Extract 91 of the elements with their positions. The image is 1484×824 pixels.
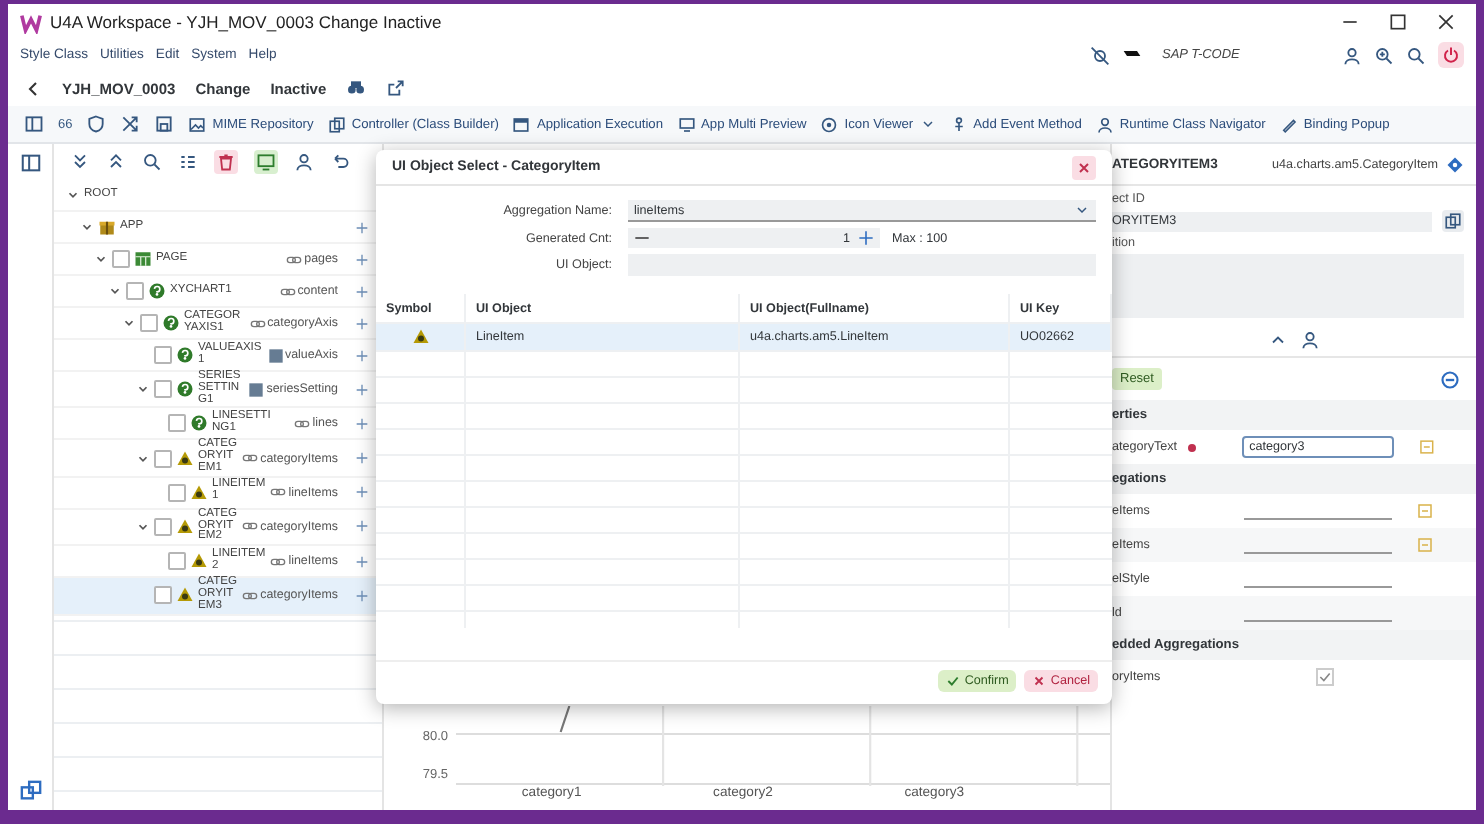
checkbox[interactable] [154, 380, 172, 399]
add-icon[interactable] [354, 347, 370, 363]
save-icon[interactable] [154, 114, 175, 134]
copy-icon [1444, 212, 1462, 230]
back-icon[interactable] [24, 79, 42, 97]
power-button[interactable] [1438, 42, 1464, 68]
help-circle-icon [176, 380, 194, 399]
shapes-icon [176, 517, 194, 536]
caret-icon[interactable] [136, 382, 150, 397]
caret-icon[interactable] [136, 519, 150, 534]
checkbox[interactable] [154, 586, 172, 605]
caret-icon [919, 116, 936, 132]
add-icon[interactable] [354, 415, 370, 432]
checkbox[interactable] [168, 552, 186, 571]
close-button[interactable] [1072, 155, 1096, 179]
window-icon [512, 115, 531, 133]
add-icon[interactable] [354, 553, 370, 570]
delete-button[interactable] [214, 150, 238, 174]
expand-all-icon[interactable] [70, 152, 90, 172]
help-circle-icon [190, 414, 208, 433]
checkbox[interactable] [168, 414, 186, 433]
shuffle-icon[interactable] [120, 114, 141, 134]
caret-icon[interactable] [94, 252, 108, 266]
check-icon [1318, 670, 1332, 684]
caret-icon[interactable] [66, 188, 80, 202]
binoculars-icon[interactable] [346, 78, 367, 98]
app-logo-icon [20, 11, 42, 33]
caret-icon[interactable] [80, 220, 94, 234]
checkbox[interactable] [126, 282, 144, 300]
image-icon [188, 115, 207, 133]
copy-icon [327, 115, 346, 133]
caret-icon[interactable] [136, 451, 150, 466]
check-icon [946, 674, 961, 688]
help-circle-icon [148, 282, 166, 300]
search-icon[interactable] [1406, 45, 1426, 65]
add-icon[interactable] [354, 283, 370, 299]
pointer-icon [949, 115, 968, 133]
external-link-icon[interactable] [386, 78, 407, 98]
undo-icon[interactable] [330, 152, 350, 172]
search-icon[interactable] [142, 152, 162, 172]
add-icon[interactable] [354, 450, 370, 467]
screen-icon [256, 152, 276, 172]
add-icon[interactable] [354, 315, 370, 331]
screen-button[interactable] [254, 150, 278, 174]
add-icon[interactable] [354, 518, 370, 535]
maximize-icon[interactable] [1388, 12, 1408, 32]
add-icon[interactable] [354, 219, 370, 235]
add-icon[interactable] [354, 381, 370, 398]
people-icon[interactable] [294, 152, 314, 172]
list-icon[interactable] [178, 152, 198, 172]
layout-icon[interactable] [19, 152, 41, 174]
collapse-all-icon[interactable] [106, 152, 126, 172]
close-icon [1032, 674, 1047, 688]
window-title: U4A Workspace - YJH_MOV_0003 Change Inactive [50, 12, 442, 32]
shapes-icon [411, 327, 429, 346]
shapes-icon [190, 483, 208, 502]
copy-button[interactable] [1442, 210, 1464, 232]
shield-icon[interactable] [86, 114, 107, 134]
close-icon[interactable] [1436, 12, 1456, 32]
checkbox[interactable] [112, 250, 130, 268]
diamond-icon[interactable] [1446, 155, 1464, 173]
caret-icon [1074, 202, 1090, 218]
layout-icon[interactable] [24, 114, 44, 134]
checkbox[interactable] [154, 346, 172, 364]
checkbox[interactable] [1316, 668, 1334, 686]
help-circle-icon [162, 314, 180, 332]
plus-icon[interactable] [858, 230, 874, 246]
windows-icon[interactable] [19, 780, 41, 802]
checkbox[interactable] [168, 483, 186, 502]
shapes-icon [176, 449, 194, 468]
add-icon[interactable] [354, 484, 370, 501]
add-icon[interactable] [354, 251, 370, 267]
delete-icon [216, 152, 236, 172]
caret-icon[interactable] [108, 284, 122, 298]
shapes-icon [176, 586, 194, 605]
box-icon [98, 218, 116, 236]
caret-icon[interactable] [122, 316, 136, 330]
monitor-icon [677, 115, 696, 133]
pen-icon [1279, 115, 1298, 133]
description-field[interactable] [1112, 254, 1464, 318]
close-icon [1076, 159, 1092, 175]
circle-icon [820, 115, 839, 133]
shapes-icon [190, 552, 208, 571]
checkbox[interactable] [140, 314, 158, 332]
checkbox[interactable] [154, 517, 172, 536]
grid-icon [134, 250, 152, 268]
help-circle-icon [176, 346, 194, 364]
checkbox[interactable] [154, 449, 172, 468]
person-icon [1095, 115, 1114, 133]
eye-slash-icon[interactable] [1090, 45, 1110, 65]
zoom-icon[interactable] [1374, 45, 1394, 65]
